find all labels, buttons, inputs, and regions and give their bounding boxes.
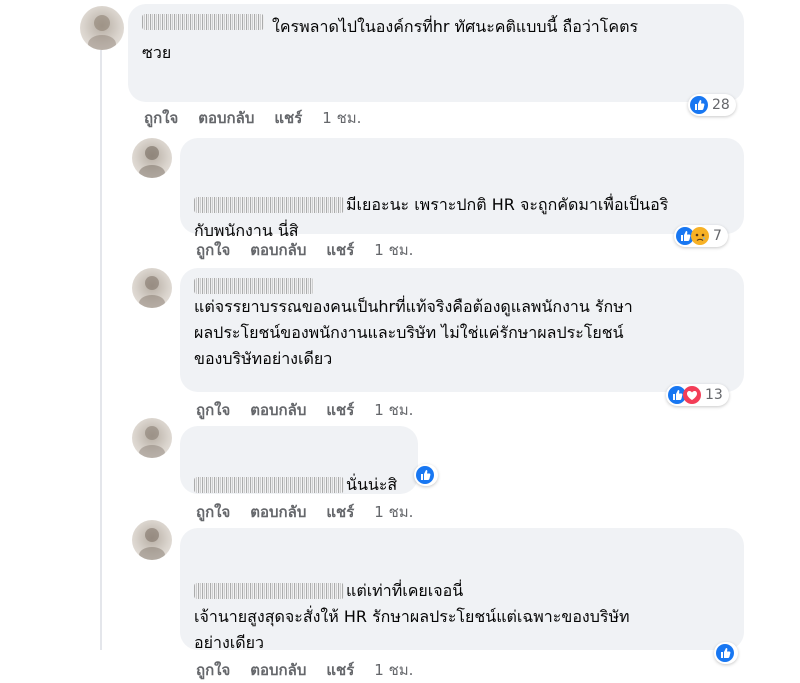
reaction-count: 28 xyxy=(712,97,730,113)
timestamp[interactable]: 1 ชม. xyxy=(374,398,413,422)
share-button[interactable]: แชร์ xyxy=(326,500,354,524)
reply-actions: ถูกใจ ตอบกลับ แชร์ 1 ชม. xyxy=(196,658,413,682)
share-button[interactable]: แชร์ xyxy=(326,398,354,422)
reply-bubble: แต่จรรยาบรรณของคนเป็นhrที่แท้จริงคือต้อง… xyxy=(180,268,744,392)
like-button[interactable]: ถูกใจ xyxy=(196,238,230,262)
reply-actions: ถูกใจ ตอบกลับ แชร์ 1 ชม. xyxy=(196,398,413,422)
avatar[interactable] xyxy=(80,6,124,50)
reply-button[interactable]: ตอบกลับ xyxy=(250,398,306,422)
author-name-redacted[interactable] xyxy=(194,477,344,493)
like-button[interactable]: ถูกใจ xyxy=(196,398,230,422)
comment-actions: ถูกใจ ตอบกลับ แชร์ 1 ชม. xyxy=(144,106,361,130)
share-button[interactable]: แชร์ xyxy=(326,658,354,682)
like-reaction-icon xyxy=(416,466,434,484)
avatar[interactable] xyxy=(132,138,172,178)
like-reaction-icon xyxy=(690,96,708,114)
reaction-count: 7 xyxy=(713,228,722,244)
reply-actions: ถูกใจ ตอบกลับ แชร์ 1 ชม. xyxy=(196,500,413,524)
reply-button[interactable]: ตอบกลับ xyxy=(198,106,254,130)
like-button[interactable]: ถูกใจ xyxy=(196,500,230,524)
love-reaction-icon xyxy=(683,386,701,404)
reply-text: นั่นน่ะสิ xyxy=(346,475,398,494)
reaction-summary[interactable] xyxy=(414,464,438,486)
reply-bubble: มีเยอะนะ เพราะปกติ HR จะถูกคัดมาเพื่อเป็… xyxy=(180,138,744,240)
avatar[interactable] xyxy=(132,268,172,308)
reply-text: แต่จรรยาบรรณของคนเป็นhrที่แท้จริงคือต้อง… xyxy=(194,297,633,368)
like-button[interactable]: ถูกใจ xyxy=(196,658,230,682)
avatar[interactable] xyxy=(132,520,172,560)
author-name-redacted[interactable] xyxy=(194,197,344,213)
reply-bubble: นั่นน่ะสิ xyxy=(180,426,418,494)
reply-actions: ถูกใจ ตอบกลับ แชร์ 1 ชม. xyxy=(196,238,413,262)
like-reaction-icon xyxy=(716,644,734,662)
timestamp[interactable]: 1 ชม. xyxy=(374,238,413,262)
timestamp[interactable]: 1 ชม. xyxy=(322,106,361,130)
reaction-summary[interactable] xyxy=(714,642,738,664)
share-button[interactable]: แชร์ xyxy=(274,106,302,130)
reaction-summary[interactable]: 28 xyxy=(688,94,736,116)
like-button[interactable]: ถูกใจ xyxy=(144,106,178,130)
avatar[interactable] xyxy=(132,418,172,458)
reply-button[interactable]: ตอบกลับ xyxy=(250,500,306,524)
author-name-redacted[interactable] xyxy=(194,278,314,294)
share-button[interactable]: แชร์ xyxy=(326,238,354,262)
reaction-summary[interactable]: 13 xyxy=(666,384,729,406)
reply-thread-line xyxy=(100,50,102,650)
reply-button[interactable]: ตอบกลับ xyxy=(250,658,306,682)
reaction-summary[interactable]: 7 xyxy=(674,225,728,247)
timestamp[interactable]: 1 ชม. xyxy=(374,658,413,682)
author-name-redacted[interactable] xyxy=(194,583,344,599)
reply-bubble: แต่เท่าที่เคยเจอนี่ เจ้านายสูงสุดจะสั่งใ… xyxy=(180,528,744,652)
author-name-redacted[interactable] xyxy=(142,14,264,30)
comment-bubble: ใครพลาดไปในองค์กรที่hr ทัศนะคติแบบนี้ ถื… xyxy=(128,4,744,102)
timestamp[interactable]: 1 ชม. xyxy=(374,500,413,524)
reply-button[interactable]: ตอบกลับ xyxy=(250,238,306,262)
sad-reaction-icon xyxy=(691,227,709,245)
reaction-count: 13 xyxy=(705,387,723,403)
